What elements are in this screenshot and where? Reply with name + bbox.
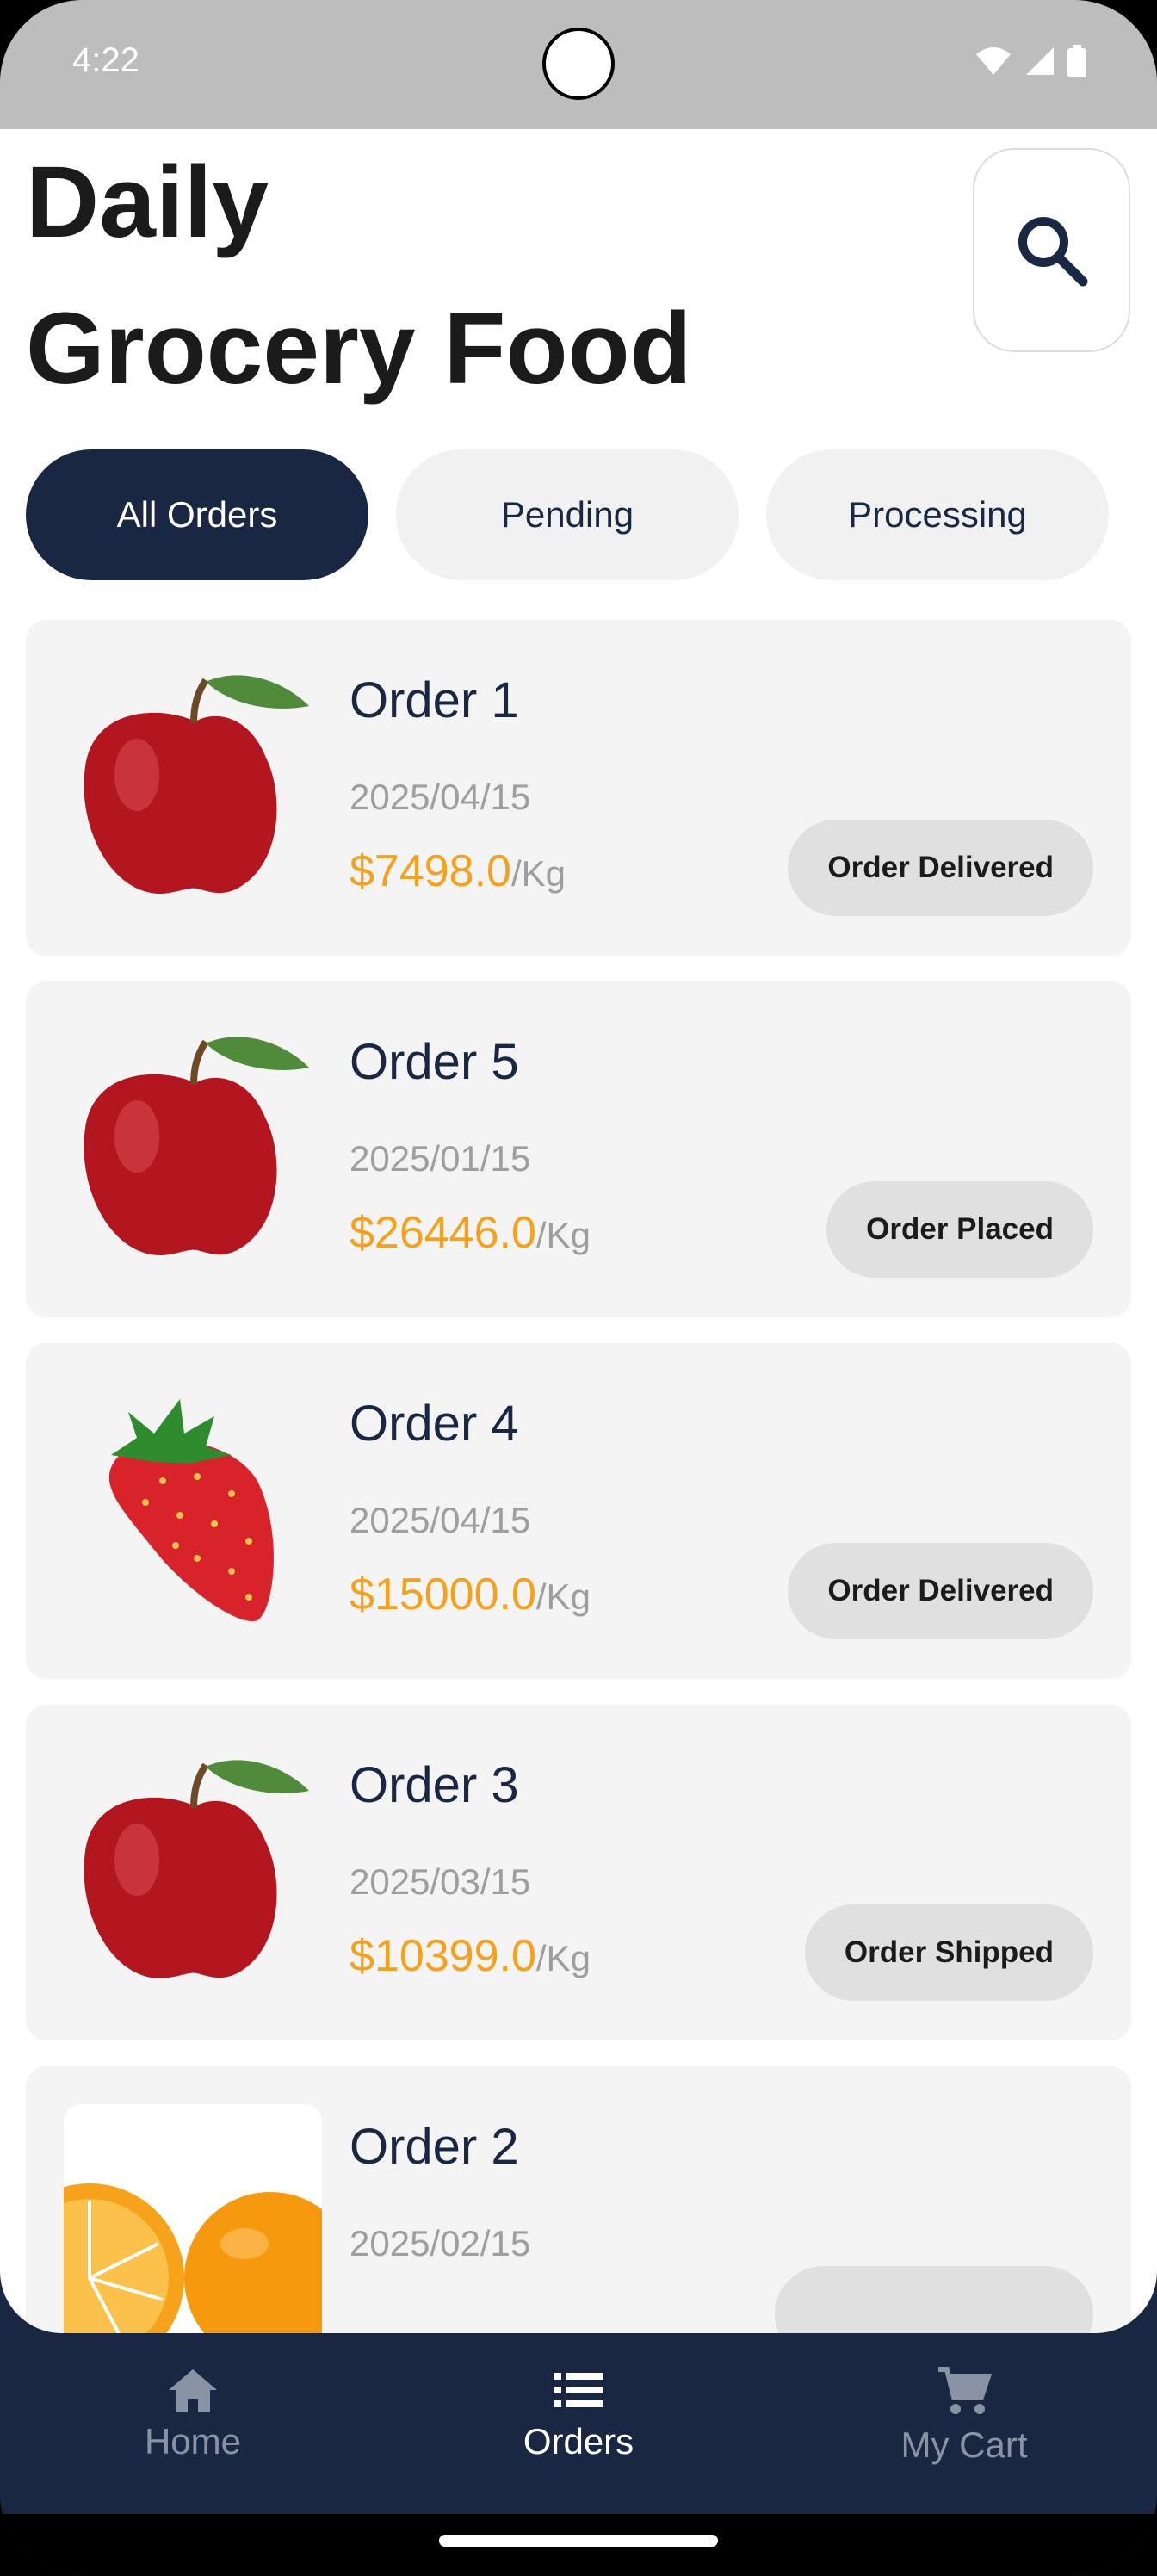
nav-my-cart[interactable]: My Cart [771,2333,1157,2514]
cart-icon [938,2367,992,2414]
filter-pending[interactable]: Pending [396,449,739,580]
order-price: $26446.0/Kg [350,1207,591,1259]
search-icon [1018,216,1087,286]
orange-image [64,2183,322,2333]
nav-orders-label: Orders [523,2421,634,2461]
signal-icon [1026,47,1054,75]
order-price: $15000.0/Kg [350,1569,591,1620]
order-image-apple [64,1019,322,1279]
order-image-strawberry [64,1381,322,1641]
order-name: Order 3 [350,1757,519,1813]
price-value: $15000.0 [350,1570,536,1619]
order-status-badge[interactable]: Order Delivered [788,820,1093,916]
page-title-line2: Grocery Food [26,292,692,406]
order-status-badge[interactable] [775,2266,1093,2333]
price-unit: /Kg [510,853,566,894]
filter-processing[interactable]: Processing [766,449,1109,580]
apple-image [84,1760,309,1979]
order-card[interactable]: Order 2 2025/02/15 [26,2066,1131,2333]
order-image-apple [64,658,322,918]
price-value: $7498.0 [350,846,511,896]
wifi-icon [976,47,1011,75]
main-screen: Daily Grocery Food All Orders Pending Pr… [0,129,1157,2333]
order-date: 2025/02/15 [350,2223,531,2263]
order-image-apple [64,1743,322,2003]
order-date: 2025/04/15 [350,1500,531,1540]
home-icon [169,2369,217,2412]
order-status-badge[interactable]: Order Delivered [788,1543,1093,1639]
order-list: Order 1 2025/04/15 $7498.0/Kg Order Deli… [26,620,1131,2333]
order-card[interactable]: Order 5 2025/01/15 $26446.0/Kg Order Pla… [26,981,1131,1317]
front-camera [542,28,615,100]
list-icon [554,2373,603,2407]
page-title: Daily Grocery Food [26,129,692,422]
nav-orders[interactable]: Orders [386,2333,771,2514]
order-card[interactable]: Order 3 2025/03/15 $10399.0/Kg Order Shi… [26,1705,1131,2040]
order-card[interactable]: Order 4 2025/04/15 $15000.0/Kg Order Del… [26,1343,1131,1679]
order-name: Order 1 [350,672,519,728]
order-filter-tabs: All Orders Pending Processing [26,449,1109,580]
order-price: $10399.0/Kg [350,1930,591,1982]
filter-all-orders[interactable]: All Orders [26,449,368,580]
status-time: 4:22 [72,41,139,79]
apple-image [84,675,309,895]
order-name: Order 5 [350,1034,519,1090]
order-card[interactable]: Order 1 2025/04/15 $7498.0/Kg Order Deli… [26,620,1131,956]
status-bar: 4:22 [0,0,1157,129]
price-unit: /Kg [535,1215,591,1255]
price-unit: /Kg [535,1938,591,1978]
order-status-badge[interactable]: Order Placed [826,1181,1093,1278]
order-price: $7498.0/Kg [350,845,566,897]
order-date: 2025/03/15 [350,1861,531,1902]
page-title-line1: Daily [26,146,269,259]
search-button[interactable] [973,148,1130,352]
nav-my-cart-label: My Cart [900,2424,1028,2465]
nav-home[interactable]: Home [0,2333,386,2514]
order-name: Order 4 [350,1396,519,1452]
order-date: 2025/04/15 [350,777,531,817]
strawberry-image [108,1399,274,1622]
battery-icon [1067,45,1086,77]
order-status-badge[interactable]: Order Shipped [804,1904,1093,2001]
order-name: Order 2 [350,2119,519,2175]
bottom-navigation: Home Orders My Cart [0,2333,1157,2514]
price-value: $10399.0 [350,1931,536,1981]
price-value: $26446.0 [350,1208,536,1258]
apple-image [84,1037,309,1256]
price-unit: /Kg [535,1576,591,1617]
nav-home-label: Home [144,2421,242,2461]
home-gesture-bar[interactable] [439,2535,718,2547]
order-image-orange [64,2104,322,2333]
status-icons [974,45,1086,77]
order-date: 2025/01/15 [350,1138,531,1179]
phone-frame: 4:22 Daily Grocery Food All Orders Pendi… [0,0,1157,2576]
